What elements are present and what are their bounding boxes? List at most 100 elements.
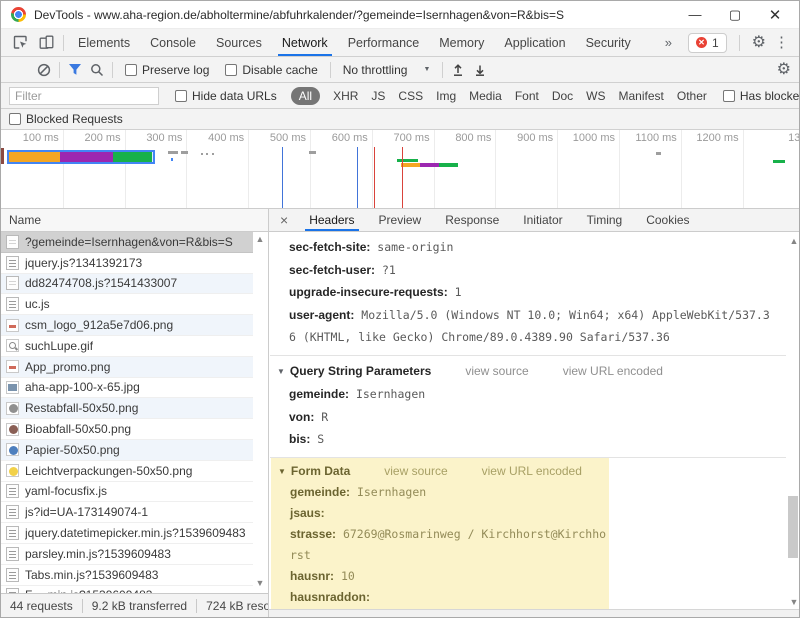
tab-performance[interactable]: Performance (338, 29, 430, 56)
export-har-icon[interactable] (469, 59, 491, 81)
overview-selected-span[interactable] (7, 150, 155, 164)
inspect-element-icon[interactable] (7, 30, 33, 56)
filter-type-css[interactable]: CSS (398, 89, 423, 103)
search-icon[interactable] (86, 59, 108, 81)
table-row[interactable]: Restabfall-50x50.png (1, 398, 253, 419)
request-name: jquery.datetimepicker.min.js?1539609483 (25, 526, 246, 540)
table-row[interactable]: Tabs.min.js?1539609483 (1, 565, 253, 586)
table-row[interactable]: yaml-focusfix.js (1, 482, 253, 503)
tab-network[interactable]: Network (272, 29, 338, 56)
table-row[interactable]: Bioabfall-50x50.png (1, 419, 253, 440)
import-har-icon[interactable] (447, 59, 469, 81)
disable-cache-checkbox[interactable]: Disable cache (225, 63, 317, 77)
column-header-name[interactable]: Name (1, 209, 268, 232)
table-row[interactable]: Leichtverpackungen-50x50.png (1, 461, 253, 482)
pane-divider[interactable] (268, 209, 269, 618)
network-settings-gear-icon[interactable]: ⚙ (777, 62, 791, 78)
table-row[interactable]: F….min.js?1539609483 (1, 586, 253, 593)
filter-type-other[interactable]: Other (677, 89, 707, 103)
network-overview[interactable]: 100 ms200 ms300 ms400 ms500 ms600 ms700 … (1, 130, 799, 209)
table-row[interactable]: parsley.min.js?1539609483 (1, 544, 253, 565)
detail-tab-initiator[interactable]: Initiator (511, 209, 574, 231)
device-toolbar-icon[interactable] (33, 30, 59, 56)
maximize-button[interactable]: ▢ (727, 7, 743, 23)
has-blocked-cookies-checkbox[interactable]: Has blocked cookies (723, 89, 800, 103)
collapse-triangle-icon[interactable]: ▼ (278, 467, 286, 476)
detail-tab-headers[interactable]: Headers (297, 209, 366, 231)
lens-icon (6, 339, 19, 352)
scroll-up-arrow[interactable]: ▲ (253, 234, 267, 244)
filter-type-doc[interactable]: Doc (552, 89, 573, 103)
filter-type-font[interactable]: Font (515, 89, 539, 103)
detail-tab-preview[interactable]: Preview (367, 209, 434, 231)
header-entry: strasse: 67269@Rosmarinweg / Kirchhorst@… (271, 524, 609, 566)
throttling-select[interactable]: No throttling ▼ (343, 63, 431, 77)
scroll-down-arrow[interactable]: ▼ (253, 578, 267, 588)
tab-security[interactable]: Security (576, 29, 641, 56)
filter-type-all[interactable]: All (291, 87, 320, 105)
timeline-tick-label: 1200 ms (679, 132, 739, 144)
minimize-button[interactable]: — (687, 7, 703, 22)
kebab-menu-icon[interactable]: ⋮ (774, 35, 789, 50)
detail-tab-timing[interactable]: Timing (575, 209, 635, 231)
filter-type-media[interactable]: Media (469, 89, 502, 103)
table-row[interactable]: ?gemeinde=Isernhagen&von=R&bis=S (1, 232, 253, 253)
detail-scroll-down-arrow[interactable]: ▼ (787, 597, 800, 607)
settings-gear-icon[interactable]: ⚙ (752, 35, 766, 51)
tab-memory[interactable]: Memory (429, 29, 494, 56)
clear-icon[interactable] (33, 59, 55, 81)
timeline-tick-label: 900 ms (493, 132, 553, 144)
devtools-window: DevTools - www.aha-region.de/abholtermin… (0, 0, 800, 618)
detail-tab-response[interactable]: Response (433, 209, 511, 231)
table-row[interactable]: aha-app-100-x-65.jpg (1, 378, 253, 399)
detail-tab-cookies[interactable]: Cookies (634, 209, 701, 231)
window-title-bar: DevTools - www.aha-region.de/abholtermin… (1, 1, 799, 29)
overview-request-mark (212, 153, 214, 155)
detail-scrollbar-thumb[interactable] (788, 496, 798, 558)
table-row[interactable]: jquery.js?1341392173 (1, 253, 253, 274)
header-value: ?1 (375, 263, 396, 277)
error-count: 1 (712, 36, 719, 50)
filter-type-manifest[interactable]: Manifest (619, 89, 664, 103)
more-tabs-button[interactable]: » (657, 35, 680, 50)
table-row[interactable]: App_promo.png (1, 357, 253, 378)
table-row[interactable]: csm_logo_912a5e7d06.png (1, 315, 253, 336)
detail-bottom-scroll-track[interactable] (269, 609, 800, 618)
header-value: Isernhagen (349, 387, 425, 401)
preserve-log-checkbox[interactable]: Preserve log (125, 63, 209, 77)
view-toggle-link[interactable]: view URL encoded (482, 464, 582, 478)
filter-input[interactable] (9, 87, 159, 105)
table-row[interactable]: js?id=UA-173149074-1 (1, 502, 253, 523)
detail-scroll-up-arrow[interactable]: ▲ (787, 236, 800, 246)
table-row[interactable]: jquery.datetimepicker.min.js?1539609483 (1, 523, 253, 544)
view-toggle-link[interactable]: view source (465, 364, 528, 378)
tab-sources[interactable]: Sources (206, 29, 272, 56)
tab-console[interactable]: Console (140, 29, 206, 56)
record-button[interactable] (13, 64, 25, 76)
table-row[interactable]: uc.js (1, 294, 253, 315)
hide-data-urls-checkbox[interactable]: Hide data URLs (175, 89, 277, 103)
filter-type-js[interactable]: JS (371, 89, 385, 103)
table-row[interactable]: suchLupe.gif (1, 336, 253, 357)
filter-type-img[interactable]: Img (436, 89, 456, 103)
view-toggle-link[interactable]: view source (384, 464, 447, 478)
error-badge[interactable]: ✕ 1 (688, 33, 727, 53)
close-detail-icon[interactable]: × (269, 212, 297, 228)
tab-application[interactable]: Application (494, 29, 575, 56)
network-filter-bar: Hide data URLs All XHR JS CSS Img Media Font Do… (1, 83, 799, 109)
header-name: von: (289, 410, 314, 424)
collapse-triangle-icon[interactable]: ▼ (277, 367, 285, 376)
blocked-requests-checkbox[interactable]: Blocked Requests (9, 112, 123, 126)
tab-elements[interactable]: Elements (68, 29, 140, 56)
overview-request-mark (1, 148, 4, 164)
checkbox-box (723, 90, 735, 102)
close-window-button[interactable]: ✕ (767, 6, 783, 24)
filter-type-ws[interactable]: WS (586, 89, 605, 103)
table-row[interactable]: dd82474708.js?1541433007 (1, 274, 253, 295)
view-toggle-link[interactable]: view URL encoded (563, 364, 663, 378)
table-row[interactable]: Papier-50x50.png (1, 440, 253, 461)
chevron-down-icon: ▼ (423, 66, 430, 73)
filter-funnel-icon[interactable] (64, 59, 86, 81)
section-header: ▼Form Dataview sourceview URL encoded (271, 461, 609, 482)
filter-type-xhr[interactable]: XHR (333, 89, 358, 103)
